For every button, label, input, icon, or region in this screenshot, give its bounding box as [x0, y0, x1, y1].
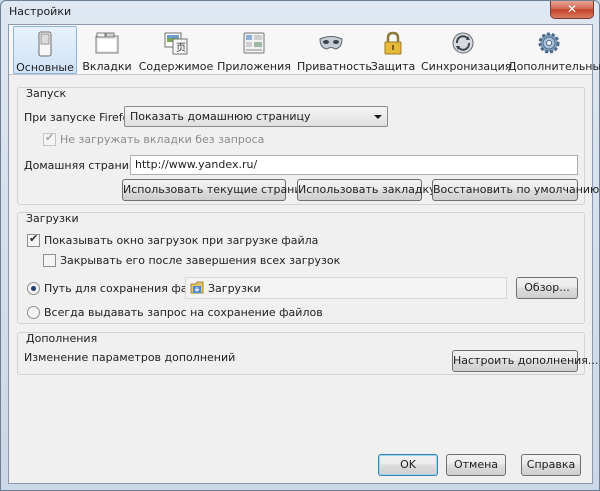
- startup-group-title: Запуск: [26, 87, 67, 100]
- when-starts-label: При запуске Firefox:: [24, 111, 140, 124]
- show-downloads-window-label: Показывать окно загрузок при загрузке фа…: [44, 234, 319, 247]
- advanced-gear-icon: [538, 32, 560, 54]
- homepage-value: http://www.yandex.ru/: [135, 158, 258, 171]
- use-current-pages-button[interactable]: Использовать текущие страницы: [122, 179, 318, 201]
- when-starts-value: Показать домашнюю страницу: [130, 110, 311, 123]
- addons-group: Дополнения Изменение параметров дополнен…: [17, 332, 598, 375]
- window-title: Настройки: [9, 5, 72, 18]
- close-when-done-label: Закрывать его после завершения всех загр…: [60, 254, 341, 267]
- show-downloads-window-checkbox[interactable]: [27, 232, 40, 247]
- downloads-group: Загрузки Показывать окно загрузок при за…: [17, 212, 585, 324]
- browse-button[interactable]: Обзор...: [516, 277, 578, 299]
- security-lock-icon: [384, 31, 402, 55]
- use-bookmark-button[interactable]: Использовать закладку...: [297, 179, 446, 201]
- tab-advanced[interactable]: Дополнительные: [508, 26, 600, 74]
- close-button[interactable]: ✕: [550, 1, 594, 19]
- ok-button[interactable]: OK: [378, 454, 438, 476]
- folder-icon: [190, 281, 204, 294]
- chevron-down-icon: [374, 115, 382, 119]
- close-when-done-checkbox[interactable]: [43, 254, 56, 267]
- dialog-client-area: Основные Вкладки 页 Содержимое Приложения…: [8, 24, 600, 484]
- title-bar[interactable]: Настройки ✕: [1, 1, 599, 23]
- cancel-button[interactable]: Отмена: [446, 454, 506, 476]
- homepage-input[interactable]: http://www.yandex.ru/: [130, 155, 578, 175]
- tab-tabs[interactable]: Вкладки: [81, 26, 133, 74]
- always-ask-label: Всегда выдавать запрос на сохранение фай…: [44, 306, 323, 319]
- no-load-tabs-label: Не загружать вкладки без запроса: [60, 133, 265, 146]
- preferences-tab-bar: Основные Вкладки 页 Содержимое Приложения…: [9, 25, 600, 75]
- save-path-field: Загрузки: [185, 277, 507, 299]
- general-switch-icon: [38, 31, 52, 57]
- save-path-radio[interactable]: [27, 282, 40, 295]
- svg-text:页: 页: [176, 42, 186, 54]
- privacy-mask-icon: [319, 36, 343, 50]
- startup-group: Запуск При запуске Firefox: Показать дом…: [17, 87, 599, 205]
- preferences-window: Настройки ✕ Основные Вкладки 页 Содержимо…: [0, 0, 600, 491]
- tab-security[interactable]: Защита: [369, 26, 417, 74]
- tabs-icon: [95, 32, 119, 54]
- tab-applications[interactable]: Приложения: [217, 26, 291, 74]
- help-button[interactable]: Справка: [521, 454, 581, 476]
- no-load-tabs-checkbox[interactable]: [43, 131, 56, 146]
- tab-general[interactable]: Основные: [13, 26, 77, 74]
- save-path-value: Загрузки: [208, 282, 261, 295]
- applications-icon: [243, 32, 265, 54]
- addons-group-title: Дополнения: [26, 332, 98, 345]
- content-icon: 页: [164, 32, 188, 55]
- homepage-label: Домашняя страница:: [24, 159, 147, 172]
- tab-privacy[interactable]: Приватность: [297, 26, 372, 74]
- sync-icon: [452, 32, 474, 54]
- manage-addons-button[interactable]: Настроить дополнения...: [452, 350, 598, 372]
- tab-content[interactable]: 页 Содержимое: [138, 26, 214, 74]
- downloads-group-title: Загрузки: [26, 212, 79, 225]
- addons-description: Изменение параметров дополнений: [24, 351, 236, 364]
- always-ask-radio[interactable]: [27, 306, 40, 319]
- when-starts-dropdown[interactable]: Показать домашнюю страницу: [124, 106, 388, 127]
- restore-default-button[interactable]: Восстановить по умолчанию: [432, 179, 599, 201]
- tab-sync[interactable]: Синхронизация: [421, 26, 511, 74]
